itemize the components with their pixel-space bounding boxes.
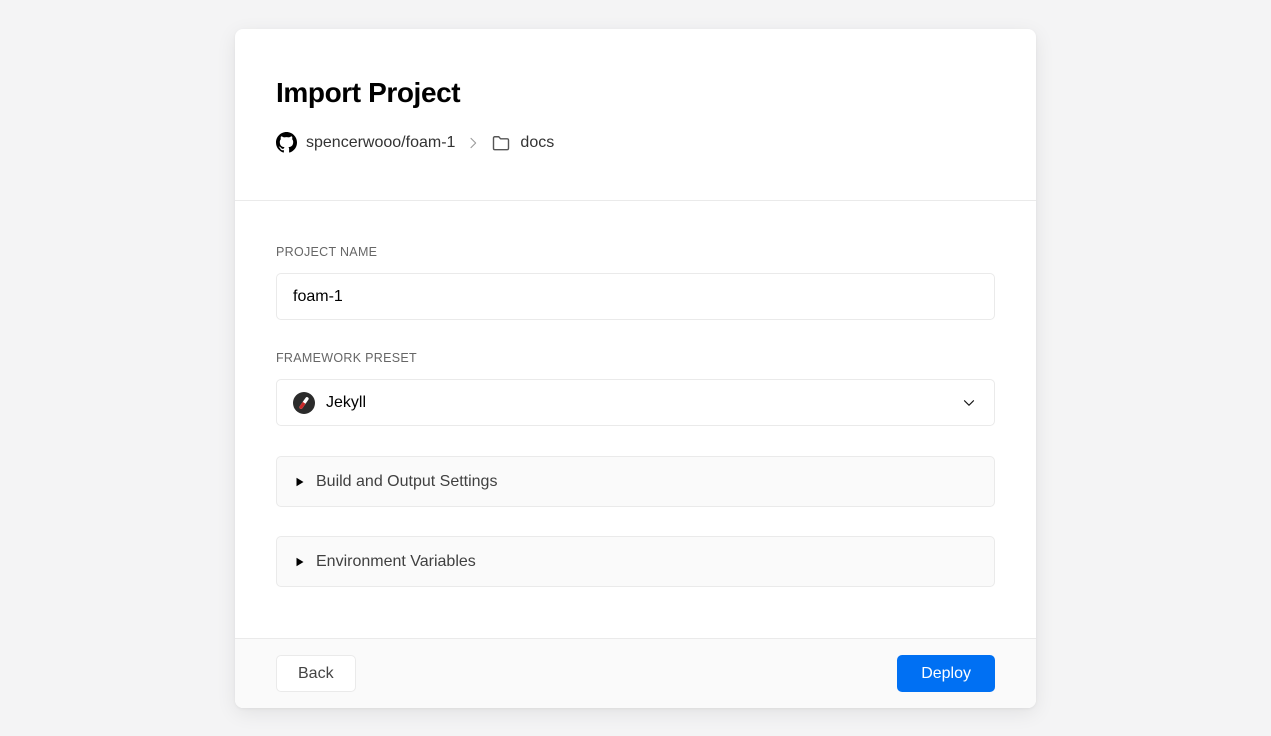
dialog-body: PROJECT NAME FRAMEWORK PRESET Jekyll — [235, 201, 1036, 638]
back-button[interactable]: Back — [276, 655, 356, 692]
framework-preset-label: FRAMEWORK PRESET — [276, 351, 995, 365]
framework-preset-select[interactable]: Jekyll — [276, 379, 995, 426]
disclosure-triangle-icon — [295, 477, 305, 487]
dialog-footer: Back Deploy — [235, 638, 1036, 708]
deploy-button[interactable]: Deploy — [897, 655, 995, 692]
dialog-header: Import Project spencerwooo/foam-1 — [235, 29, 1036, 201]
import-project-dialog: Import Project spencerwooo/foam-1 — [235, 29, 1036, 708]
page-title: Import Project — [276, 77, 995, 109]
build-output-settings-accordion[interactable]: Build and Output Settings — [276, 456, 995, 507]
accordion-label: Build and Output Settings — [316, 473, 497, 491]
project-name-input[interactable] — [276, 273, 995, 320]
chevron-right-icon — [465, 135, 481, 151]
breadcrumb: spencerwooo/foam-1 docs — [276, 132, 995, 153]
github-icon — [276, 132, 297, 153]
breadcrumb-directory-label: docs — [520, 134, 554, 152]
jekyll-icon — [293, 392, 315, 414]
breadcrumb-directory[interactable]: docs — [491, 133, 554, 153]
environment-variables-accordion[interactable]: Environment Variables — [276, 536, 995, 587]
project-name-label: PROJECT NAME — [276, 245, 995, 259]
folder-icon — [491, 133, 511, 153]
disclosure-triangle-icon — [295, 557, 305, 567]
breadcrumb-repo[interactable]: spencerwooo/foam-1 — [276, 132, 455, 153]
framework-selected-value: Jekyll — [326, 394, 366, 412]
accordion-label: Environment Variables — [316, 553, 476, 571]
chevron-down-icon — [960, 394, 978, 412]
breadcrumb-repo-label: spencerwooo/foam-1 — [306, 134, 455, 152]
